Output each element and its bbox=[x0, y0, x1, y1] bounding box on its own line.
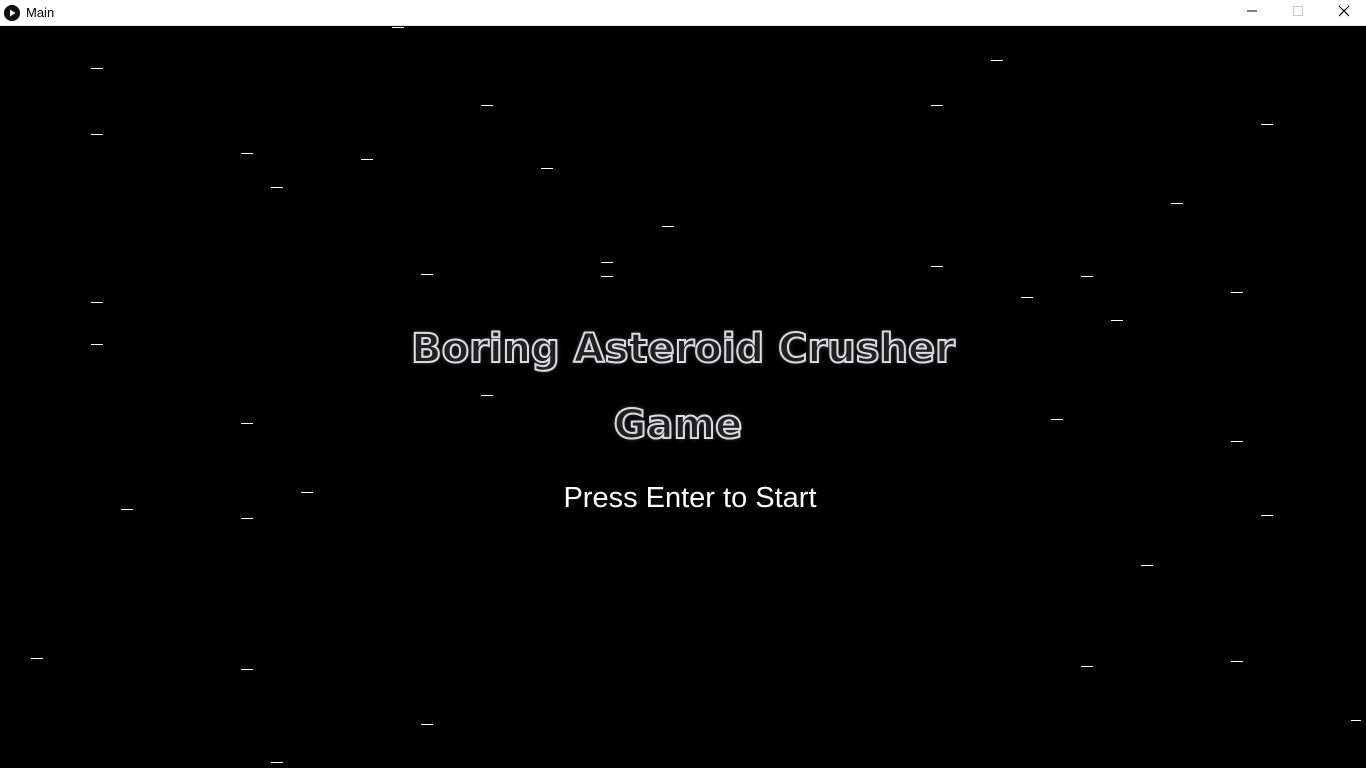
star bbox=[91, 302, 103, 303]
close-icon bbox=[1338, 4, 1350, 22]
star bbox=[1021, 297, 1033, 298]
star bbox=[1231, 292, 1243, 293]
minimize-icon bbox=[1246, 4, 1258, 22]
star bbox=[662, 226, 674, 227]
star bbox=[1111, 320, 1123, 321]
star bbox=[91, 134, 103, 135]
star bbox=[1231, 661, 1243, 662]
star bbox=[1141, 565, 1153, 566]
game-title-line-2: Game bbox=[613, 401, 744, 449]
maximize-icon bbox=[1292, 4, 1304, 22]
star bbox=[421, 274, 433, 275]
star bbox=[1261, 124, 1273, 125]
title-bar[interactable]: Main bbox=[0, 0, 1366, 26]
star bbox=[31, 658, 43, 659]
window-title: Main bbox=[26, 5, 55, 20]
game-title-line-1: Boring Asteroid Crusher bbox=[410, 325, 956, 373]
app-window: Main Boring Asteroid Crusher Game Press … bbox=[0, 0, 1366, 768]
start-prompt: Press Enter to Start bbox=[563, 482, 817, 514]
star bbox=[601, 262, 613, 263]
star bbox=[991, 60, 1003, 61]
star bbox=[1351, 720, 1361, 721]
star bbox=[541, 168, 553, 169]
star bbox=[241, 518, 253, 519]
minimize-button[interactable] bbox=[1229, 0, 1275, 26]
star bbox=[481, 105, 493, 106]
star bbox=[361, 159, 373, 160]
star bbox=[241, 153, 253, 154]
play-circle-icon bbox=[4, 5, 20, 21]
star bbox=[91, 68, 103, 69]
star bbox=[931, 105, 943, 106]
maximize-button[interactable] bbox=[1275, 0, 1321, 26]
star bbox=[271, 762, 283, 763]
star bbox=[481, 395, 493, 396]
star bbox=[421, 724, 433, 725]
game-canvas[interactable]: Boring Asteroid Crusher Game Press Enter… bbox=[0, 26, 1366, 768]
star bbox=[1171, 203, 1183, 204]
star bbox=[392, 27, 404, 28]
star bbox=[1081, 276, 1093, 277]
star bbox=[601, 276, 613, 277]
star bbox=[1081, 666, 1093, 667]
star bbox=[241, 669, 253, 670]
star bbox=[1261, 515, 1273, 516]
star bbox=[271, 187, 283, 188]
close-button[interactable] bbox=[1321, 0, 1366, 26]
star bbox=[931, 266, 943, 267]
